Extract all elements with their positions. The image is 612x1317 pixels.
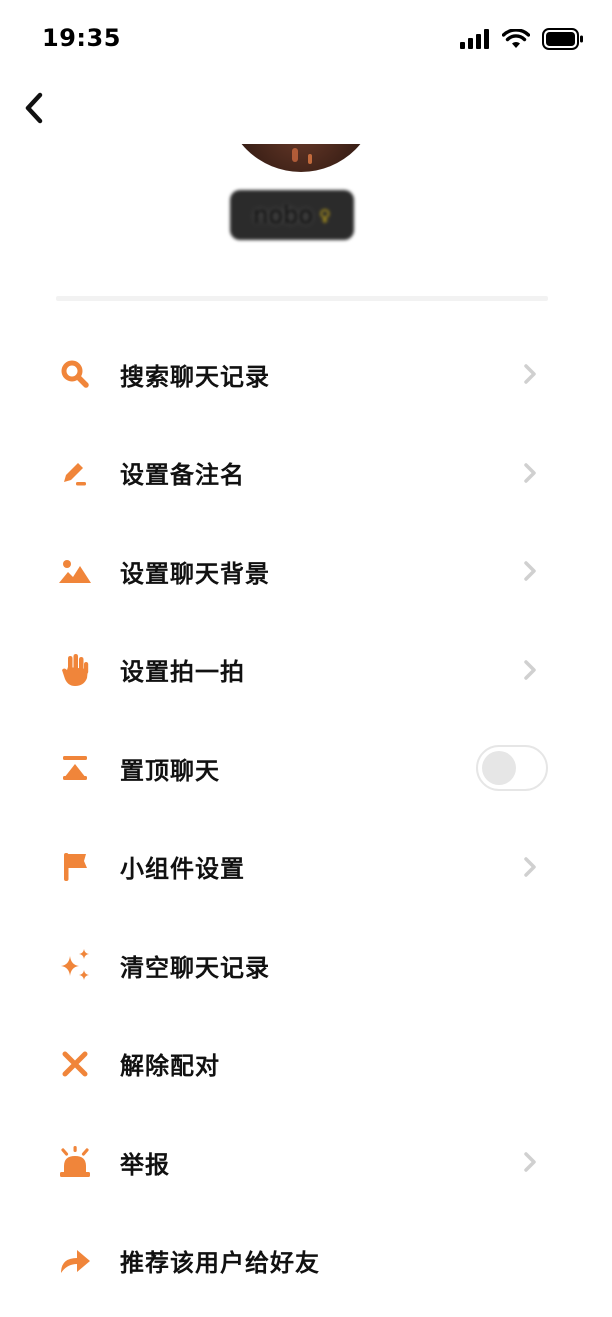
signal-icon	[460, 29, 490, 53]
menu-item-set-remark[interactable]: 设置备注名	[0, 424, 612, 523]
username: nobo	[253, 201, 314, 229]
chevron-right-icon	[520, 362, 540, 386]
username-badge: nobo ♀	[230, 190, 354, 240]
menu-item-label: 小组件设置	[120, 855, 245, 884]
menu-item-recommend-user[interactable]: 推荐该用户给好友	[0, 1212, 612, 1311]
pencil-icon	[56, 454, 94, 492]
avatar[interactable]	[224, 144, 378, 172]
chevron-left-icon	[23, 92, 45, 128]
menu-item-pin-chat[interactable]: 置顶聊天	[0, 719, 612, 818]
settings-menu: 搜索聊天记录 设置备注名 设置聊天背景 设置拍一拍 置顶聊天 小组件设置 清空聊…	[0, 325, 612, 1310]
status-time: 19:35	[42, 24, 121, 52]
menu-item-clear-history[interactable]: 清空聊天记录	[0, 916, 612, 1015]
menu-item-label: 搜索聊天记录	[120, 362, 270, 391]
battery-icon	[542, 28, 584, 54]
menu-item-widget-settings[interactable]: 小组件设置	[0, 818, 612, 917]
avatar-detail	[308, 154, 312, 164]
wifi-icon	[501, 28, 531, 53]
menu-item-label: 设置聊天背景	[120, 559, 270, 588]
back-button[interactable]	[14, 88, 54, 132]
hand-icon	[56, 651, 94, 689]
chevron-right-icon	[520, 855, 540, 879]
menu-item-pat-setting[interactable]: 设置拍一拍	[0, 621, 612, 720]
chevron-right-icon	[520, 461, 540, 485]
toggle-knob	[482, 751, 516, 786]
avatar-image	[224, 144, 378, 172]
chevron-right-icon	[520, 1150, 540, 1174]
sparkle-icon	[56, 946, 94, 984]
menu-item-label: 推荐该用户给好友	[120, 1249, 320, 1278]
status-bar: 19:35	[0, 0, 612, 80]
menu-item-label: 置顶聊天	[120, 756, 220, 785]
menu-item-label: 设置备注名	[120, 461, 245, 490]
search-icon	[56, 355, 94, 393]
status-icons	[460, 28, 584, 54]
alarm-icon	[56, 1143, 94, 1181]
menu-item-unpair[interactable]: 解除配对	[0, 1015, 612, 1114]
menu-item-label: 设置拍一拍	[120, 658, 245, 687]
menu-item-label: 清空聊天记录	[120, 953, 270, 982]
chevron-right-icon	[520, 658, 540, 682]
menu-item-chat-background[interactable]: 设置聊天背景	[0, 522, 612, 621]
avatar-detail	[292, 148, 298, 162]
chevron-right-icon	[520, 559, 540, 583]
pin-top-icon	[56, 749, 94, 787]
pin-chat-toggle[interactable]	[476, 745, 548, 792]
menu-item-label: 解除配对	[120, 1052, 220, 1081]
landscape-icon	[56, 552, 94, 590]
menu-item-report[interactable]: 举报	[0, 1113, 612, 1212]
share-arrow-icon	[56, 1242, 94, 1280]
close-icon	[56, 1045, 94, 1083]
flag-icon	[56, 848, 94, 886]
menu-item-label: 举报	[120, 1150, 170, 1179]
divider	[56, 296, 548, 301]
gender-icon: ♀	[319, 205, 331, 225]
menu-item-search-history[interactable]: 搜索聊天记录	[0, 325, 612, 424]
